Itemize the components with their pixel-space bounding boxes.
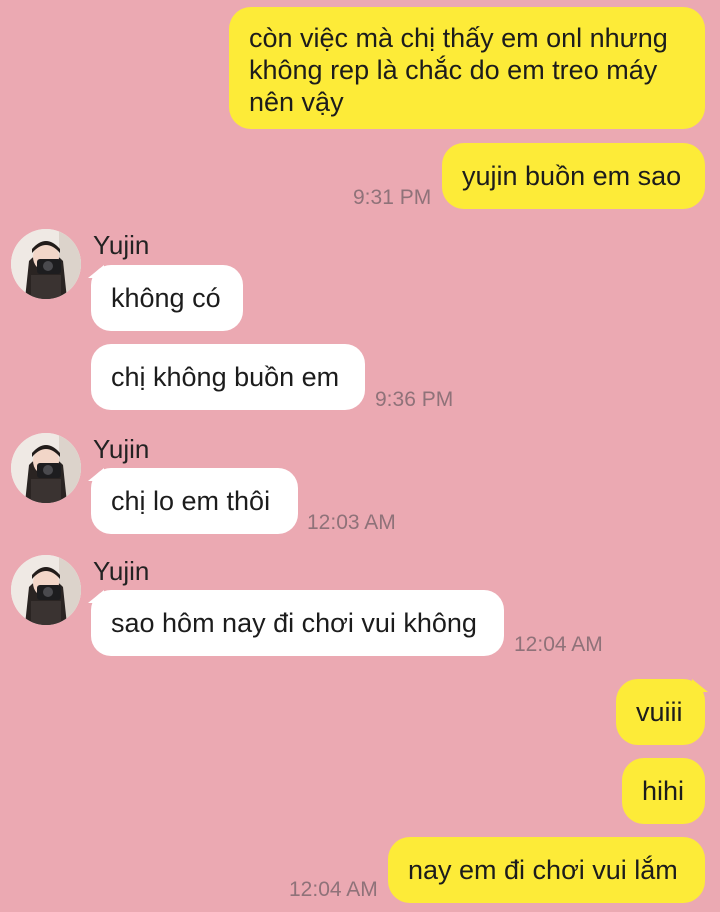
outgoing-message[interactable]: yujin buồn em sao: [442, 143, 705, 209]
sender-name: Yujin: [93, 230, 150, 260]
sender-name: Yujin: [93, 556, 150, 586]
incoming-message[interactable]: chị lo em thôi: [91, 468, 298, 534]
outgoing-message[interactable]: hihi: [622, 758, 705, 824]
sender-name: Yujin: [93, 434, 150, 464]
message-timestamp: 12:03 AM: [307, 511, 396, 534]
contact-avatar[interactable]: [11, 555, 81, 625]
incoming-message[interactable]: không có: [91, 265, 243, 331]
message-timestamp: 9:31 PM: [353, 186, 432, 209]
contact-avatar[interactable]: [11, 433, 81, 503]
avatar-photo-icon: [11, 229, 81, 299]
avatar-photo-icon: [11, 433, 81, 503]
message-timestamp: 12:04 AM: [289, 878, 378, 901]
outgoing-message[interactable]: còn việc mà chị thấy em onl nhưng không …: [229, 7, 705, 129]
chat-thread[interactable]: còn việc mà chị thấy em onl nhưng không …: [0, 0, 720, 912]
incoming-message[interactable]: sao hôm nay đi chơi vui không: [91, 590, 504, 656]
outgoing-message[interactable]: nay em đi chơi vui lắm: [388, 837, 705, 903]
contact-avatar[interactable]: [11, 229, 81, 299]
message-timestamp: 12:04 AM: [514, 633, 603, 656]
outgoing-message[interactable]: vuiii: [616, 679, 705, 745]
avatar-photo-icon: [11, 555, 81, 625]
message-timestamp: 9:36 PM: [375, 388, 454, 411]
incoming-message[interactable]: chị không buồn em: [91, 344, 365, 410]
